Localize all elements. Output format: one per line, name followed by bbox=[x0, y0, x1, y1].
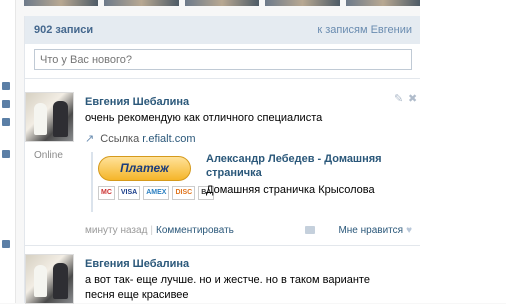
link-attachment: Платеж MC VISA AMEX DISC BA Александр Ле… bbox=[91, 152, 413, 212]
menu-icon[interactable] bbox=[2, 100, 10, 108]
card-logo: AMEX bbox=[143, 186, 170, 200]
post-text: а вот так- еще лучше. но и жестче. но в … bbox=[85, 274, 370, 286]
post-text: песня еще красивее bbox=[85, 289, 189, 301]
avatar[interactable] bbox=[25, 92, 74, 142]
menu-icon[interactable] bbox=[2, 118, 10, 126]
post-time[interactable]: минуту назад bbox=[85, 225, 147, 236]
avatar[interactable] bbox=[25, 254, 74, 304]
post-text: очень рекомендую как отличного специалис… bbox=[85, 112, 323, 124]
menu-icon[interactable] bbox=[2, 150, 10, 158]
link-url[interactable]: r.efialt.com bbox=[142, 133, 195, 145]
payment-button[interactable]: Платеж bbox=[98, 156, 191, 181]
post-meta: минуту назад | Комментировать bbox=[85, 225, 234, 236]
link-label: Ссылка bbox=[100, 133, 140, 145]
online-status: Online bbox=[34, 150, 63, 161]
post-composer bbox=[25, 44, 421, 79]
attachment-description: Домашняя страничка Крысолова bbox=[206, 184, 375, 196]
owner-posts-link[interactable]: к записям Евгении bbox=[317, 24, 412, 36]
wall-post: Online Евгения Шебалина ✎ ✖ очень рекоме… bbox=[25, 90, 421, 246]
card-logo: MC bbox=[98, 186, 115, 200]
pencil-icon[interactable]: ✎ bbox=[394, 92, 403, 105]
wall-column: 902 записи к записям Евгении Online Евге… bbox=[24, 16, 422, 304]
card-logos: MC VISA AMEX DISC BA bbox=[98, 186, 215, 200]
attachment-title[interactable]: Александр Лебедев - Домашняя страничка bbox=[206, 152, 406, 180]
post-author[interactable]: Евгения Шебалина bbox=[85, 258, 189, 270]
post-author[interactable]: Евгения Шебалина bbox=[85, 96, 189, 108]
card-logo: VISA bbox=[117, 186, 141, 200]
comment-link[interactable]: Комментировать bbox=[156, 225, 234, 236]
megaphone-icon[interactable] bbox=[305, 226, 315, 234]
wall-header: 902 записи к записям Евгении bbox=[25, 16, 421, 44]
link-arrow-icon: ↗ bbox=[85, 133, 95, 145]
menu-icon[interactable] bbox=[2, 82, 10, 90]
photo-strip bbox=[24, 0, 421, 6]
close-icon[interactable]: ✖ bbox=[408, 92, 417, 105]
photo-thumbnail[interactable] bbox=[265, 0, 340, 6]
like-label: Мне нравится bbox=[338, 225, 404, 236]
left-sidebar bbox=[0, 0, 16, 303]
menu-icon[interactable] bbox=[2, 240, 10, 248]
photo-thumbnail[interactable] bbox=[184, 0, 260, 6]
photo-thumbnail[interactable] bbox=[345, 0, 421, 6]
photo-thumbnail[interactable] bbox=[104, 0, 179, 6]
new-post-input[interactable] bbox=[34, 49, 412, 70]
wall-post: Евгения Шебалина а вот так- еще лучше. н… bbox=[25, 252, 421, 304]
like-button[interactable]: Мне нравится ♥ bbox=[338, 225, 412, 236]
photo-thumbnail[interactable] bbox=[24, 0, 99, 6]
link-row: ↗ Ссылка r.efialt.com bbox=[85, 132, 195, 145]
heart-icon: ♥ bbox=[406, 225, 412, 236]
wall-post-count: 902 записи bbox=[34, 24, 94, 36]
card-logo: DISC bbox=[172, 186, 196, 200]
page-background bbox=[420, 0, 506, 303]
